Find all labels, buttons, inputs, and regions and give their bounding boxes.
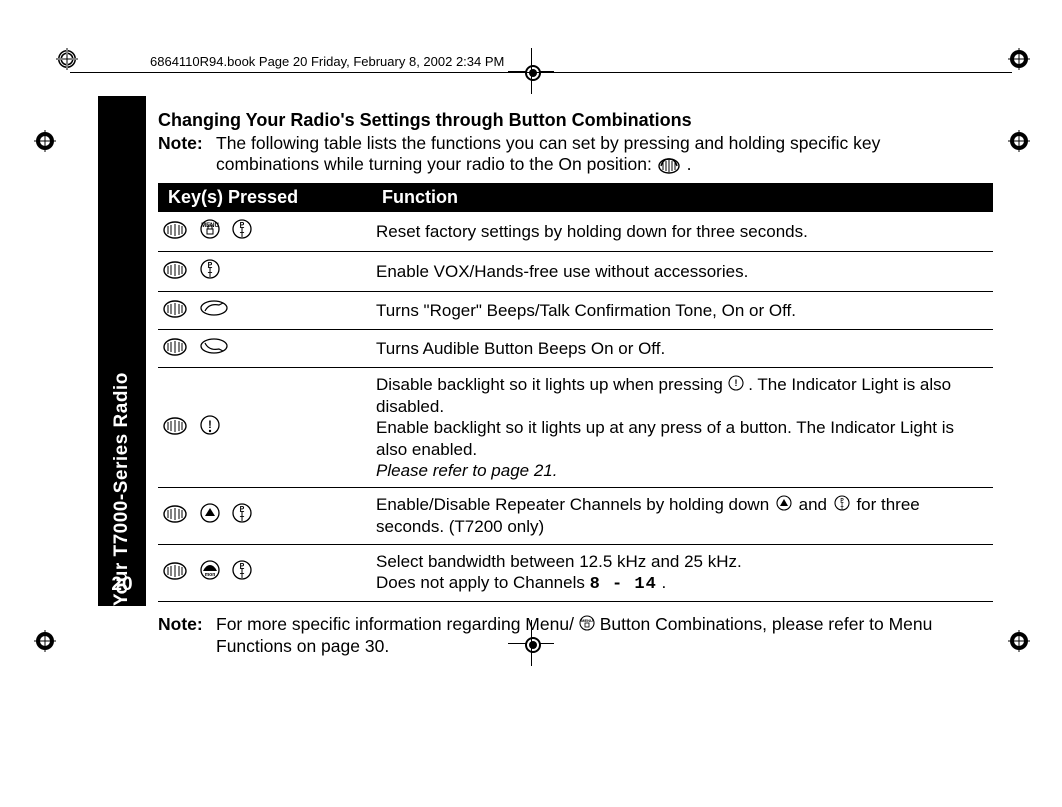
light-button-icon: ! [199, 414, 221, 441]
col-header-func: Function [372, 183, 993, 212]
func-cell: Select bandwidth between 12.5 kHz and 25… [372, 544, 993, 602]
side-tab: Operating Your T7000-Series Radio 20 [98, 96, 146, 606]
mon-button-icon: mon [199, 559, 221, 586]
scroll-up-icon [776, 495, 792, 516]
svg-text:!: ! [208, 419, 212, 431]
ptt-button-icon: PTT [231, 218, 253, 245]
ptt-button-icon: PTT [231, 502, 253, 529]
svg-text:MENU: MENU [581, 618, 593, 623]
svg-text:!: ! [734, 378, 737, 388]
power-knob-icon [162, 219, 188, 244]
func-cell: Enable VOX/Hands-free use without access… [372, 252, 993, 292]
func-cell: Turns Audible Button Beeps On or Off. [372, 330, 993, 368]
func-text: . [662, 573, 667, 592]
func-text: Select bandwidth between 12.5 kHz and 25… [376, 552, 742, 571]
side-tab-title: Operating Your T7000-Series Radio [111, 372, 133, 706]
table-row: ! Disable backlight so it lights up when… [158, 368, 993, 488]
call-down-oval-icon [199, 337, 229, 360]
power-knob-icon [657, 156, 681, 174]
note-text: . [687, 154, 692, 174]
section-title: Changing Your Radio's Settings through B… [158, 110, 1028, 131]
reg-mark-icon [34, 630, 56, 652]
func-cell: Reset factory settings by holding down f… [372, 212, 993, 252]
svg-text:T: T [208, 272, 213, 279]
table-row: Turns "Roger" Beeps/Talk Confirmation To… [158, 292, 993, 330]
note-text: For more specific information regarding … [216, 614, 574, 634]
menu-lock-button-icon: MENU [579, 615, 595, 636]
reg-mark-icon [56, 48, 78, 70]
power-knob-icon [162, 560, 188, 585]
power-knob-icon [162, 503, 188, 528]
svg-text:T: T [240, 573, 245, 580]
table-row: mon PTT Select bandwidth between 12.5 kH… [158, 544, 993, 602]
note-text: The following table lists the functions … [216, 133, 880, 174]
table-row: Turns Audible Button Beeps On or Off. [158, 330, 993, 368]
func-text: Does not apply to Channels [376, 573, 590, 592]
power-knob-icon [162, 336, 188, 361]
key-combination-table: Key(s) Pressed Function MENU PTT Reset f… [158, 183, 993, 602]
power-knob-icon [162, 415, 188, 440]
note-1: Note: The following table lists the func… [158, 133, 1028, 175]
func-text: Enable/Disable Repeater Channels by hold… [376, 495, 774, 514]
col-header-keys: Key(s) Pressed [158, 183, 372, 212]
table-row: PTT Enable/Disable Repeater Channels by … [158, 488, 993, 544]
svg-text:T: T [240, 516, 245, 523]
ptt-button-icon: PTT [231, 559, 253, 586]
func-cell: Turns "Roger" Beeps/Talk Confirmation To… [372, 292, 993, 330]
svg-text:T: T [840, 506, 843, 511]
crop-cross-icon [508, 48, 554, 94]
header-bookline: 6864110R94.book Page 20 Friday, February… [150, 54, 504, 69]
power-knob-icon [162, 259, 188, 284]
page-number: 20 [98, 574, 146, 596]
svg-text:mon: mon [204, 572, 215, 578]
func-cell: Enable/Disable Repeater Channels by hold… [372, 488, 993, 544]
func-text: Enable backlight so it lights up at any … [376, 418, 954, 458]
scroll-up-icon [199, 502, 221, 529]
func-text: and [799, 495, 832, 514]
ptt-button-icon: PTT [834, 495, 850, 516]
note-label: Note: [158, 133, 216, 175]
light-button-icon: ! [728, 375, 744, 396]
call-up-oval-icon [199, 299, 229, 322]
func-cell: Disable backlight so it lights up when p… [372, 368, 993, 488]
table-row: PTT Enable VOX/Hands-free use without ac… [158, 252, 993, 292]
ptt-button-icon: PTT [199, 258, 221, 285]
top-rule [70, 72, 1012, 73]
reg-mark-icon [1008, 48, 1030, 70]
menu-lock-button-icon: MENU [199, 218, 221, 245]
func-text: Disable backlight so it lights up when p… [376, 375, 728, 394]
svg-text:T: T [240, 232, 245, 239]
power-knob-icon [162, 298, 188, 323]
func-text-italic: Please refer to page 21. [376, 461, 557, 480]
note-2: Note: For more specific information rega… [158, 614, 1028, 657]
note-body: For more specific information regarding … [216, 614, 1028, 657]
table-row: MENU PTT Reset factory settings by holdi… [158, 212, 993, 252]
page-content: Changing Your Radio's Settings through B… [158, 110, 1028, 665]
svg-text:MENU: MENU [201, 223, 219, 229]
channel-range: 8 - 14 [590, 575, 657, 594]
reg-mark-icon [34, 130, 56, 152]
note-label: Note: [158, 614, 216, 657]
note-body: The following table lists the functions … [216, 133, 1028, 175]
